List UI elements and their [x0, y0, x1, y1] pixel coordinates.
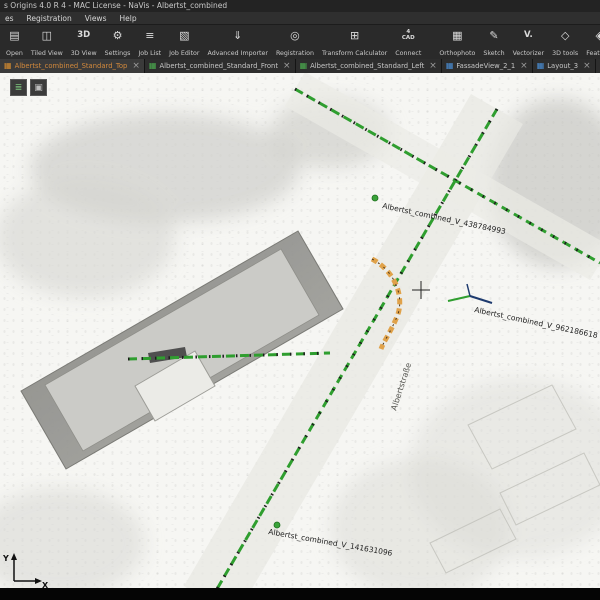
scan-marker-label: Albertst_combined_V_962186618 — [474, 305, 599, 340]
orthophoto-icon: ▦ — [452, 28, 462, 42]
close-icon[interactable]: × — [518, 62, 528, 71]
registration-button[interactable]: ◎ Registration — [272, 26, 318, 59]
facade-view-icon: ▦ — [446, 62, 454, 70]
close-icon[interactable]: × — [427, 62, 437, 71]
cad-icon: 4 CAD — [402, 28, 415, 42]
features-button[interactable]: ◈ Features — [582, 26, 600, 59]
folder-icon: ▤ — [9, 28, 19, 42]
views-button[interactable]: ▣ — [30, 79, 47, 96]
x-axis-label: X — [42, 581, 49, 588]
list-icon: ≡ — [145, 28, 154, 42]
view-tab-bar: ▦ Albertst_combined_Standard_Top × ▦ Alb… — [0, 59, 600, 73]
transform-calculator-button[interactable]: ⊞ Transform Calculator — [318, 26, 391, 59]
y-axis-label: Y — [2, 554, 9, 563]
tiled-view-button[interactable]: ◫ Tiled View — [27, 26, 67, 59]
menu-item-views[interactable]: Views — [85, 14, 107, 23]
edit-icon: ▧ — [179, 28, 189, 42]
title-bar: s Origins 4.0 R 4 - MAC License - NaVis … — [0, 0, 600, 12]
close-icon[interactable]: × — [130, 62, 140, 71]
main-toolbar: ▤ Open ◫ Tiled View 3D 3D View ⚙ Setting… — [0, 25, 600, 61]
ortho-view-icon: ▦ — [4, 62, 12, 70]
job-editor-button[interactable]: ▧ Job Editor — [165, 26, 203, 59]
orthophoto-button[interactable]: ▦ Orthophoto — [435, 26, 479, 59]
close-icon[interactable]: × — [581, 62, 591, 71]
job-list-button[interactable]: ≡ Job List — [134, 26, 165, 59]
tools-3d-icon: ◇ — [561, 28, 569, 42]
menu-item-help[interactable]: Help — [119, 14, 136, 23]
tab-fassadeview[interactable]: ▦ FassadeView_2_1 × — [442, 59, 533, 73]
bottom-bar — [0, 588, 600, 600]
ortho-view-icon: ▦ — [300, 62, 308, 70]
features-icon: ◈ — [596, 28, 600, 42]
3d-tools-button[interactable]: ◇ 3D tools — [548, 26, 582, 59]
connect-button[interactable]: 4 CAD Connect — [391, 26, 425, 59]
pointcloud-map: Albertst_combined_V_438784993 Albertst_c… — [0, 73, 600, 588]
vectorizer-button[interactable]: V. Vectorizer — [509, 26, 549, 59]
pencil-icon: ✎ — [489, 28, 498, 42]
cube-3d-icon: 3D — [77, 28, 90, 42]
tiled-view-icon: ◫ — [42, 28, 52, 42]
target-icon: ◎ — [290, 28, 300, 42]
canvas-toolbar: ≣ ▣ — [10, 79, 47, 96]
layers-button[interactable]: ≣ — [10, 79, 27, 96]
street-name-label: Albertstraße — [389, 362, 413, 412]
orthophoto-viewport[interactable]: ≣ ▣ — [0, 73, 600, 588]
layout-view-icon: ▦ — [537, 62, 545, 70]
import-arrow-icon: ⇓ — [233, 28, 242, 42]
settings-button[interactable]: ⚙ Settings — [101, 26, 135, 59]
scan-marker-962186618[interactable]: Albertst_combined_V_962186618 — [448, 284, 599, 340]
menu-item-registration[interactable]: Registration — [27, 14, 72, 23]
tab-standard-top[interactable]: ▦ Albertst_combined_Standard_Top × — [0, 59, 145, 73]
3d-view-button[interactable]: 3D 3D View — [67, 26, 101, 59]
tab-layout-3[interactable]: ▦ Layout_3 × — [533, 59, 596, 73]
tab-og[interactable]: ▦ OG — [596, 59, 600, 73]
open-button[interactable]: ▤ Open — [2, 26, 27, 59]
gear-icon: ⚙ — [113, 28, 123, 42]
menu-bar: es Registration Views Help — [0, 12, 600, 25]
window-title: s Origins 4.0 R 4 - MAC License - NaVis … — [4, 1, 227, 10]
pointcloud-texture — [0, 98, 600, 588]
menu-item-files[interactable]: es — [5, 14, 14, 23]
close-icon[interactable]: × — [281, 62, 291, 71]
sketch-button[interactable]: ✎ Sketch — [479, 26, 508, 59]
tab-standard-front[interactable]: ▦ Albertst_combined_Standard_Front × — [145, 59, 296, 73]
tab-standard-left[interactable]: ▦ Albertst_combined_Standard_Left × — [296, 59, 442, 73]
vectorizer-icon: V. — [524, 28, 533, 42]
calculator-icon: ⊞ — [350, 28, 359, 42]
ortho-view-icon: ▦ — [149, 62, 157, 70]
advanced-importer-button[interactable]: ⇓ Advanced Importer — [204, 26, 272, 59]
